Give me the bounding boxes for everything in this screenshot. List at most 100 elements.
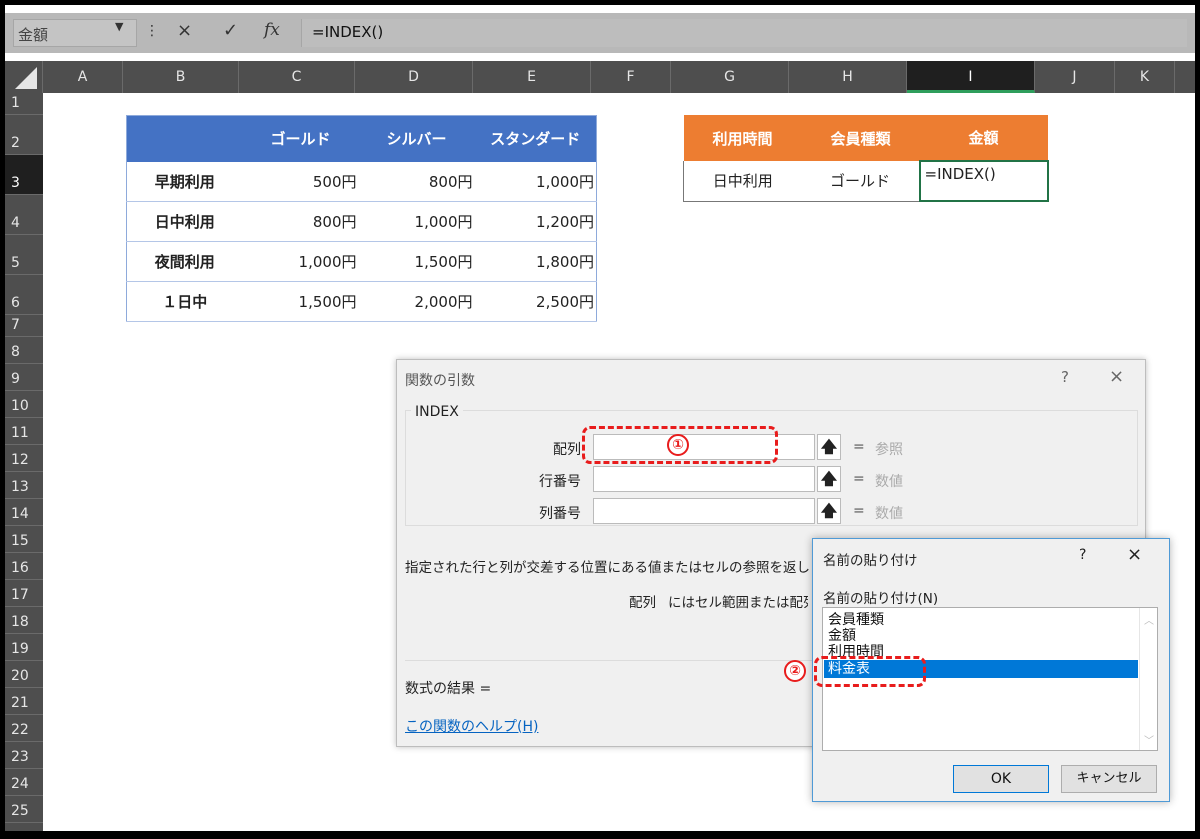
collapse-dialog-icon[interactable]: 🡅 xyxy=(817,466,841,492)
close-icon[interactable]: × xyxy=(1127,544,1142,565)
insert-function-button[interactable]: fx xyxy=(264,20,280,40)
row-label[interactable]: 日中利用 xyxy=(126,201,243,242)
active-cell-amount[interactable]: =INDEX() xyxy=(918,160,1049,202)
row-header-10[interactable]: 10 xyxy=(5,391,43,418)
price-cell[interactable]: 2,000円 xyxy=(358,281,475,322)
header-silver[interactable]: シルバー xyxy=(358,115,475,162)
arg-equals: = xyxy=(853,439,865,455)
cell-member-type[interactable]: ゴールド xyxy=(801,161,920,202)
row-header-24[interactable]: 24 xyxy=(5,769,43,796)
column-header-b[interactable]: B xyxy=(123,61,239,93)
names-list-label: 名前の貼り付け(N) xyxy=(823,591,939,607)
row-header-12[interactable]: 12 xyxy=(5,445,43,472)
row-header-14[interactable]: 14 xyxy=(5,499,43,526)
dialog-title: 名前の貼り付け xyxy=(823,553,918,569)
row-header-19[interactable]: 19 xyxy=(5,634,43,661)
price-cell[interactable]: 800円 xyxy=(242,201,359,242)
column-header-h[interactable]: H xyxy=(789,61,907,93)
price-cell[interactable]: 1,500円 xyxy=(358,241,475,282)
list-item[interactable]: 利用時間 xyxy=(824,643,1138,657)
column-header-e[interactable]: E xyxy=(473,61,591,93)
price-cell[interactable]: 1,200円 xyxy=(474,201,597,242)
row-header-6[interactable]: 6 xyxy=(5,275,43,315)
row-header-3[interactable]: 3 xyxy=(5,155,43,195)
row-header-9[interactable]: 9 xyxy=(5,364,43,391)
price-table: ゴールド シルバー スタンダード 早期利用 500円 800円 1,000円 日中利用 8… xyxy=(126,115,597,322)
row-header-8[interactable]: 8 xyxy=(5,337,43,364)
row-label[interactable]: 夜間利用 xyxy=(126,241,243,282)
scrollbar[interactable]: ︿ ﹀ xyxy=(1139,608,1157,750)
chevron-down-icon[interactable]: ﹀ xyxy=(1144,732,1154,747)
row-header-2[interactable]: 2 xyxy=(5,115,43,155)
price-cell[interactable]: 1,000円 xyxy=(358,201,475,242)
arg-equals: = xyxy=(853,471,865,487)
column-header-a[interactable]: A xyxy=(43,61,123,93)
cancel-formula-button[interactable]: × xyxy=(177,20,192,41)
row-header-15[interactable]: 15 xyxy=(5,526,43,553)
header-gold[interactable]: ゴールド xyxy=(242,115,359,162)
row-header-25[interactable]: 25 xyxy=(5,796,43,823)
chevron-up-icon[interactable]: ︿ xyxy=(1144,612,1154,627)
enter-formula-button[interactable]: ✓ xyxy=(223,20,238,41)
price-cell[interactable]: 2,500円 xyxy=(474,281,597,322)
price-cell[interactable]: 1,800円 xyxy=(474,241,597,282)
column-header-j[interactable]: J xyxy=(1035,61,1115,93)
header-amount[interactable]: 金額 xyxy=(919,115,1048,161)
arg-label-col: 列番号 xyxy=(539,506,581,522)
formula-bar: 金額 ▼ ⋮ × ✓ fx =INDEX() xyxy=(5,13,1195,53)
row-header-22[interactable]: 22 xyxy=(5,715,43,742)
row-header-1[interactable]: 1 xyxy=(5,93,43,115)
price-cell[interactable]: 1,000円 xyxy=(242,241,359,282)
arg-result-array: 参照 xyxy=(875,442,903,458)
column-header-k[interactable]: K xyxy=(1115,61,1175,93)
chevron-down-icon[interactable]: ▼ xyxy=(115,20,123,33)
row-header-23[interactable]: 23 xyxy=(5,742,43,769)
col-num-input[interactable] xyxy=(593,498,815,524)
arg-equals: = xyxy=(853,503,865,519)
price-cell[interactable]: 500円 xyxy=(242,161,359,202)
row-header-20[interactable]: 20 xyxy=(5,661,43,688)
function-help-link[interactable]: この関数のヘルプ(H) xyxy=(405,716,538,736)
row-header-18[interactable]: 18 xyxy=(5,607,43,634)
arg-desc-text: にはセル範囲または配列定 xyxy=(668,595,808,611)
column-header-d[interactable]: D xyxy=(355,61,473,93)
row-label[interactable]: １日中 xyxy=(126,281,243,322)
select-all-corner[interactable] xyxy=(5,61,43,93)
header-usage-time[interactable]: 利用時間 xyxy=(683,115,802,161)
price-cell[interactable]: 800円 xyxy=(358,161,475,202)
price-cell[interactable]: 1,000円 xyxy=(474,161,597,202)
cell-usage-time[interactable]: 日中利用 xyxy=(683,161,802,202)
row-header-4[interactable]: 4 xyxy=(5,195,43,235)
row-header-5[interactable]: 5 xyxy=(5,235,43,275)
row-header-21[interactable]: 21 xyxy=(5,688,43,715)
lookup-header-row: 利用時間 会員種類 金額 xyxy=(683,115,1048,161)
help-icon[interactable]: ? xyxy=(1061,368,1069,386)
row-header-11[interactable]: 11 xyxy=(5,418,43,445)
header-standard[interactable]: スタンダード xyxy=(474,115,597,162)
row-label[interactable]: 早期利用 xyxy=(126,161,243,202)
column-header-f[interactable]: F xyxy=(591,61,671,93)
help-icon[interactable]: ? xyxy=(1079,547,1086,563)
collapse-dialog-icon[interactable]: 🡅 xyxy=(817,434,841,460)
arg-label-row: 行番号 xyxy=(539,474,581,490)
collapse-dialog-icon[interactable]: 🡅 xyxy=(817,498,841,524)
column-header-c[interactable]: C xyxy=(239,61,355,93)
header-member-type[interactable]: 会員種類 xyxy=(801,115,920,161)
row-num-input[interactable] xyxy=(593,466,815,492)
price-table-header-corner[interactable] xyxy=(126,115,243,162)
column-header-i[interactable]: I xyxy=(907,61,1035,93)
price-cell[interactable]: 1,500円 xyxy=(242,281,359,322)
row-header-13[interactable]: 13 xyxy=(5,472,43,499)
ok-button[interactable]: OK xyxy=(953,765,1049,793)
row-header-16[interactable]: 16 xyxy=(5,553,43,580)
more-vertical-icon[interactable]: ⋮ xyxy=(145,23,159,39)
formula-input[interactable]: =INDEX() xyxy=(301,19,1187,47)
arg-result-row: 数値 xyxy=(875,474,903,490)
row-header-7[interactable]: 7 xyxy=(5,315,43,337)
arg-desc-name: 配列 xyxy=(629,595,656,611)
arg-label-array: 配列 xyxy=(553,442,581,458)
column-header-g[interactable]: G xyxy=(671,61,789,93)
cancel-button[interactable]: キャンセル xyxy=(1061,765,1157,793)
close-icon[interactable]: × xyxy=(1109,366,1124,387)
row-header-17[interactable]: 17 xyxy=(5,580,43,607)
